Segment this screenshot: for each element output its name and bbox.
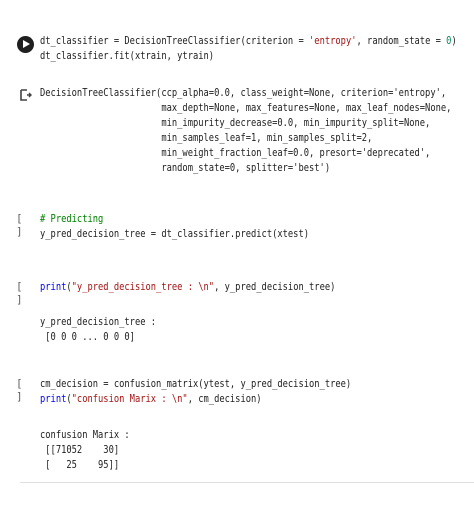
output-line: DecisionTreeClassifier(ccp_alpha=0.0, cl… (40, 88, 447, 99)
output-line: [[71052 30] (40, 445, 120, 456)
code-line: dt_classifier.fit(xtrain, ytrain) (40, 51, 215, 62)
cell-3-code[interactable]: print("y_pred_decision_tree : \n", y_pre… (40, 280, 335, 295)
code-line: dt_classifier = DecisionTreeClassifier(c… (40, 36, 457, 47)
output-line: confusion Marix : (40, 430, 130, 441)
output-line: random_state=0, splitter='best') (40, 163, 331, 174)
output-line: y_pred_decision_tree : (40, 317, 157, 328)
output-line: [0 0 0 ... 0 0 0] (40, 332, 135, 343)
code-line: print("y_pred_decision_tree : \n", y_pre… (40, 282, 336, 293)
output-line: min_weight_fraction_leaf=0.0, presort='d… (40, 148, 431, 159)
output-divider (20, 482, 474, 483)
cell-3-exec-count[interactable]: [ ] (16, 280, 38, 306)
output-icon[interactable] (19, 88, 33, 102)
code-line: y_pred_decision_tree = dt_classifier.pre… (40, 229, 310, 240)
output-line: max_depth=None, max_features=None, max_l… (40, 103, 452, 114)
output-line: min_samples_leaf=1, min_samples_split=2, (40, 133, 373, 144)
cell-3-output: y_pred_decision_tree : [0 0 0 ... 0 0 0] (40, 315, 156, 345)
cell-4-output: confusion Marix : [[71052 30] [ 25 95]] (40, 428, 130, 473)
output-line: min_impurity_decrease=0.0, min_impurity_… (40, 118, 431, 129)
code-line: cm_decision = confusion_matrix(ytest, y_… (40, 379, 352, 390)
output-line: [ 25 95]] (40, 460, 120, 471)
cell-1-code[interactable]: dt_classifier = DecisionTreeClassifier(c… (40, 34, 457, 64)
cell-1-output: DecisionTreeClassifier(ccp_alpha=0.0, cl… (40, 86, 451, 176)
cell-2-exec-count[interactable]: [ ] (16, 212, 38, 238)
cell-4-code[interactable]: cm_decision = confusion_matrix(ytest, y_… (40, 377, 351, 407)
cell-4-exec-count[interactable]: [ ] (16, 377, 38, 403)
code-line: print("confusion Marix : \n", cm_decisio… (40, 394, 262, 405)
run-cell-button[interactable] (17, 36, 34, 53)
code-comment: # Predicting (40, 214, 104, 225)
cell-2-code[interactable]: # Predicting y_pred_decision_tree = dt_c… (40, 212, 309, 242)
